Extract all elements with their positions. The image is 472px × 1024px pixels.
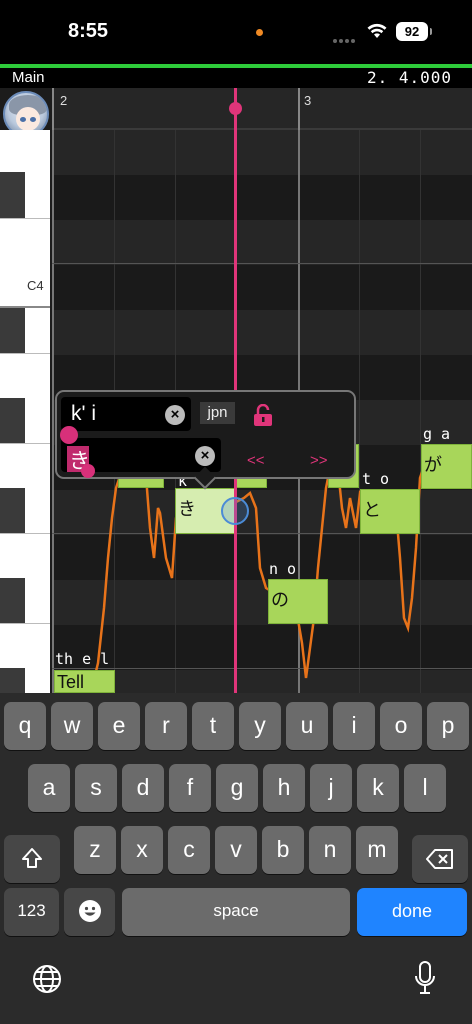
clear-phoneme-icon[interactable]: × (165, 405, 185, 425)
key-u[interactable]: u (286, 702, 328, 750)
key-c[interactable]: c (168, 826, 210, 874)
note-lyric: の (271, 590, 289, 610)
previous-note-button[interactable]: << (247, 452, 265, 469)
key-s[interactable]: s (75, 764, 117, 812)
software-keyboard: 123 space done qwertyuiop asdfghjkl zxcvbn… (0, 693, 472, 1024)
key-t[interactable]: t (192, 702, 234, 750)
shift-key[interactable] (4, 835, 60, 883)
note-block[interactable]: Tell (54, 670, 115, 693)
track-name[interactable]: Main (12, 69, 45, 86)
numbers-key[interactable]: 123 (4, 888, 59, 936)
cellular-signal-icon (333, 30, 359, 43)
key-k[interactable]: k (357, 764, 399, 812)
recording-indicator-icon (256, 29, 263, 36)
key-w[interactable]: w (51, 702, 93, 750)
note-lyric: が (424, 455, 442, 475)
note-lyric: き (178, 499, 196, 519)
key-z[interactable]: z (74, 826, 116, 874)
phoneme-field[interactable]: k' i × (61, 397, 191, 431)
key-l[interactable]: l (404, 764, 446, 812)
clear-lyric-icon[interactable]: × (195, 446, 215, 466)
unlock-icon[interactable] (252, 404, 274, 426)
delete-key[interactable] (412, 835, 468, 883)
playhead-handle[interactable] (229, 102, 242, 115)
microphone-icon[interactable] (414, 961, 436, 995)
key-p[interactable]: p (427, 702, 469, 750)
key-g[interactable]: g (216, 764, 258, 812)
track-header: Main 2. 4.000 (0, 68, 472, 88)
key-n[interactable]: n (309, 826, 351, 874)
key-a[interactable]: a (28, 764, 70, 812)
key-b[interactable]: b (262, 826, 304, 874)
note-block[interactable]: と (360, 489, 420, 534)
status-time: 8:55 (68, 20, 109, 42)
shift-icon (22, 848, 42, 868)
note-phoneme: th e l (55, 650, 110, 668)
key-q[interactable]: q (4, 702, 46, 750)
selection-handle-end[interactable] (81, 464, 95, 478)
next-note-button[interactable]: >> (310, 452, 328, 469)
wifi-icon (367, 23, 387, 38)
note-block[interactable]: が (421, 444, 472, 489)
note-block[interactable]: の (268, 579, 328, 624)
key-h[interactable]: h (263, 764, 305, 812)
key-r[interactable]: r (145, 702, 187, 750)
globe-icon[interactable] (31, 963, 63, 995)
note-lyric: と (363, 500, 381, 520)
key-o[interactable]: o (380, 702, 422, 750)
note-phoneme: n o (269, 560, 297, 578)
status-bar: 8:55 92 (0, 0, 472, 64)
language-button[interactable]: jpn (200, 402, 235, 424)
phoneme-input-value: k' i (71, 402, 97, 425)
touch-cursor (221, 497, 249, 525)
key-f[interactable]: f (169, 764, 211, 812)
key-m[interactable]: m (356, 826, 398, 874)
key-j[interactable]: j (310, 764, 352, 812)
space-key[interactable]: space (122, 888, 350, 936)
key-y[interactable]: y (239, 702, 281, 750)
key-x[interactable]: x (121, 826, 163, 874)
key-v[interactable]: v (215, 826, 257, 874)
position-readout: 2. 4.000 (366, 68, 452, 87)
note-phoneme: t o (362, 470, 390, 488)
lyric-edit-popup: k' i × jpn × き << >> (55, 390, 356, 479)
key-e[interactable]: e (98, 702, 140, 750)
backspace-icon (426, 849, 453, 869)
note-lyric: Tell (57, 672, 85, 692)
selection-handle-start[interactable] (60, 426, 78, 444)
battery-icon: 92 (396, 22, 432, 41)
emoji-icon (78, 900, 101, 922)
done-key[interactable]: done (357, 888, 467, 936)
note-phoneme: g a (423, 425, 451, 443)
key-d[interactable]: d (122, 764, 164, 812)
emoji-key[interactable] (64, 888, 115, 936)
key-i[interactable]: i (333, 702, 375, 750)
